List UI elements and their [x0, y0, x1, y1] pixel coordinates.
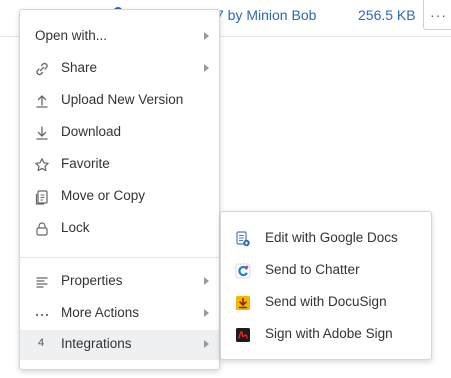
- submenu-item-send-to-chatter[interactable]: Send to Chatter: [221, 256, 431, 286]
- google-docs-icon: [236, 231, 250, 247]
- chatter-icon: [235, 263, 251, 279]
- submenu-item-label: Sign with Adobe Sign: [265, 326, 393, 341]
- upload-icon: [36, 95, 48, 108]
- star-icon: [35, 158, 49, 172]
- copy-icon: [35, 190, 48, 205]
- menu-item-label: Move or Copy: [61, 188, 146, 203]
- file-size: 256.5 KB: [358, 7, 416, 23]
- menu-item-label: Lock: [61, 220, 90, 235]
- menu-item-label: Download: [61, 124, 122, 139]
- submenu-item-edit-with-google-docs[interactable]: Edit with Google Docs: [221, 224, 431, 254]
- menu-item-more-actions[interactable]: More Actions: [20, 299, 219, 329]
- menu-item-label: Properties: [61, 273, 123, 288]
- lock-icon: [36, 222, 48, 236]
- chevron-right-icon: [204, 32, 209, 40]
- menu-item-upload-new-version[interactable]: Upload New Version: [20, 86, 219, 116]
- list-icon: [36, 277, 48, 288]
- adobe-sign-icon: [236, 328, 250, 342]
- menu-item-label: Open with...: [35, 28, 108, 43]
- submenu-item-sign-with-adobe-sign[interactable]: Sign with Adobe Sign: [221, 320, 431, 350]
- download-icon: [36, 126, 48, 140]
- menu-item-integrations[interactable]: 4 Integrations: [20, 330, 219, 360]
- menu-item-open-with[interactable]: Open with...: [20, 22, 219, 52]
- menu-item-label: Upload New Version: [61, 92, 184, 107]
- submenu-item-label: Edit with Google Docs: [265, 230, 398, 245]
- menu-divider: [20, 257, 219, 258]
- chevron-right-icon: [204, 340, 209, 348]
- menu-item-move-or-copy[interactable]: Move or Copy: [20, 182, 219, 212]
- submenu-item-label: Send to Chatter: [265, 262, 360, 277]
- menu-item-properties[interactable]: Properties: [20, 267, 219, 297]
- docusign-icon: [236, 296, 250, 310]
- ellipsis-icon: ···: [430, 7, 447, 23]
- submenu-item-send-with-docusign[interactable]: Send with DocuSign: [221, 288, 431, 318]
- chevron-right-icon: [204, 309, 209, 317]
- menu-item-favorite[interactable]: Favorite: [20, 150, 219, 180]
- ellipsis-icon: [35, 313, 49, 317]
- menu-item-label: Integrations: [61, 336, 132, 351]
- menu-item-download[interactable]: Download: [20, 118, 219, 148]
- menu-item-lock[interactable]: Lock: [20, 214, 219, 244]
- modified-by-link[interactable]: 7 by Minion Bob: [216, 7, 316, 23]
- chevron-right-icon: [204, 64, 209, 72]
- chevron-right-icon: [204, 277, 209, 285]
- menu-item-label: More Actions: [61, 305, 140, 320]
- link-icon: [36, 62, 48, 76]
- menu-item-label: Share: [61, 60, 98, 75]
- submenu-item-label: Send with DocuSign: [265, 294, 387, 309]
- more-options-button[interactable]: ···: [423, 0, 451, 30]
- context-menu: Open with... Share Upload New Version Do…: [19, 9, 220, 370]
- integrations-submenu: Edit with Google Docs Send to Chatter Se…: [220, 211, 432, 360]
- integrations-count-badge: 4: [38, 337, 45, 349]
- menu-item-label: Favorite: [61, 156, 110, 171]
- menu-item-share[interactable]: Share: [20, 54, 219, 84]
